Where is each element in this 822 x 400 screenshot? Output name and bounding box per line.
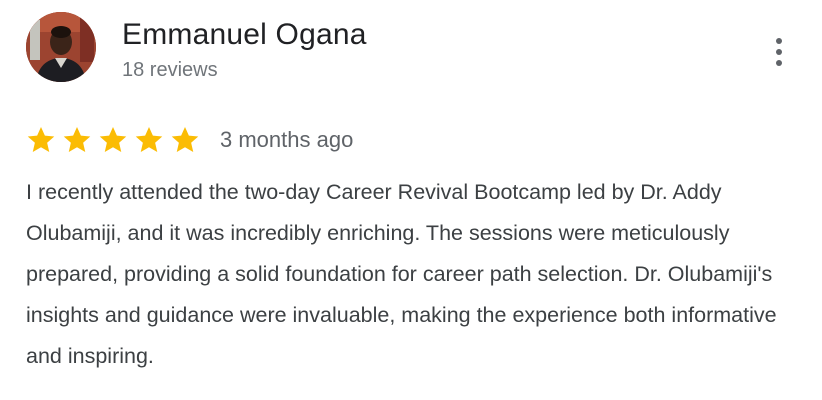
author-name[interactable]: Emmanuel Ogana [122,16,367,54]
star-icon [98,125,128,155]
review-card: Emmanuel Ogana 18 reviews 3 months ago I… [0,0,822,400]
more-options-button[interactable] [764,34,794,70]
review-time: 3 months ago [220,127,354,152]
more-vert-icon [776,38,782,44]
star-icon [170,125,200,155]
review-text: I recently attended the two-day Career R… [26,180,777,368]
avatar[interactable] [26,12,96,82]
rating-row: 3 months ago [26,124,353,156]
more-vert-icon-dot [776,49,782,55]
star-rating [26,125,206,155]
review-header: Emmanuel Ogana 18 reviews [26,12,367,83]
star-icon [62,125,92,155]
star-icon [134,125,164,155]
more-vert-icon-dot [776,60,782,66]
star-icon [26,125,56,155]
avatar-image [26,12,96,82]
author-review-count: 18 reviews [122,59,218,81]
author-info: Emmanuel Ogana 18 reviews [122,16,367,83]
